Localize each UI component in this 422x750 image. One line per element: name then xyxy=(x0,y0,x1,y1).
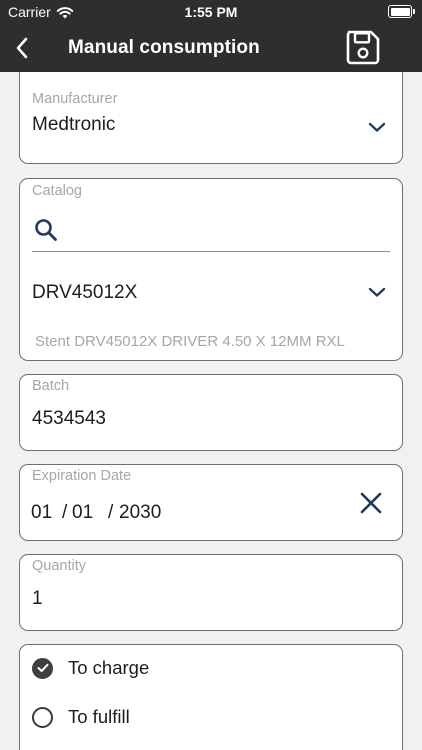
status-bar: Carrier 1:55 PM xyxy=(0,0,422,24)
manufacturer-field[interactable]: Manufacturer Medtronic xyxy=(19,72,403,164)
catalog-description: Stent DRV45012X DRIVER 4.50 X 12MM RXL xyxy=(35,333,345,350)
battery-icon xyxy=(388,5,415,18)
radio-to-fulfill[interactable]: To fulfill xyxy=(32,704,130,730)
batch-field[interactable]: Batch 4534543 xyxy=(19,374,403,451)
radio-to-charge[interactable]: To charge xyxy=(32,655,149,681)
navigation-bar: Manual consumption xyxy=(0,24,422,72)
batch-label: Batch xyxy=(32,378,70,394)
catalog-label: Catalog xyxy=(32,183,82,199)
expiration-year[interactable]: 2030 xyxy=(119,502,161,524)
charge-options-card: To charge To fulfill xyxy=(19,644,403,750)
quantity-value[interactable]: 1 xyxy=(32,588,43,610)
manufacturer-label: Manufacturer xyxy=(32,91,118,107)
chevron-left-icon xyxy=(16,37,28,59)
page-title: Manual consumption xyxy=(68,37,260,58)
manufacturer-value: Medtronic xyxy=(32,114,116,135)
expiration-day[interactable]: 01 xyxy=(72,502,93,524)
save-button[interactable] xyxy=(344,29,382,67)
search-icon xyxy=(35,219,57,241)
radio-unchecked-icon xyxy=(32,706,53,728)
quantity-label: Quantity xyxy=(32,558,86,574)
chevron-down-icon[interactable] xyxy=(368,286,386,298)
close-icon xyxy=(360,492,382,514)
floppy-disk-icon xyxy=(346,30,380,65)
status-time: 1:55 PM xyxy=(184,4,238,20)
expiration-date-label: Expiration Date xyxy=(32,468,132,484)
catalog-field: Catalog DRV45012X Stent DRV45012X DRIVER… xyxy=(19,178,403,361)
back-button[interactable] xyxy=(8,34,36,62)
chevron-down-icon[interactable] xyxy=(368,121,386,133)
catalog-selected-value[interactable]: DRV45012X xyxy=(32,282,137,304)
clear-date-button[interactable] xyxy=(360,492,382,514)
search-underline xyxy=(32,251,390,252)
radio-label: To charge xyxy=(68,657,150,678)
date-separator: / xyxy=(62,502,68,523)
radio-checked-icon xyxy=(32,657,53,679)
expiration-month[interactable]: 01 xyxy=(31,502,52,524)
radio-label: To fulfill xyxy=(68,706,130,727)
form-scroll-area[interactable]: Manufacturer Medtronic Catalog DRV45012X… xyxy=(0,72,422,750)
batch-value[interactable]: 4534543 xyxy=(32,408,106,430)
catalog-search-input[interactable] xyxy=(66,215,386,245)
quantity-field[interactable]: Quantity 1 xyxy=(19,554,403,631)
date-separator: / xyxy=(108,502,114,523)
expiration-date-field[interactable]: Expiration Date 01 / 01 / 2030 xyxy=(19,464,403,541)
